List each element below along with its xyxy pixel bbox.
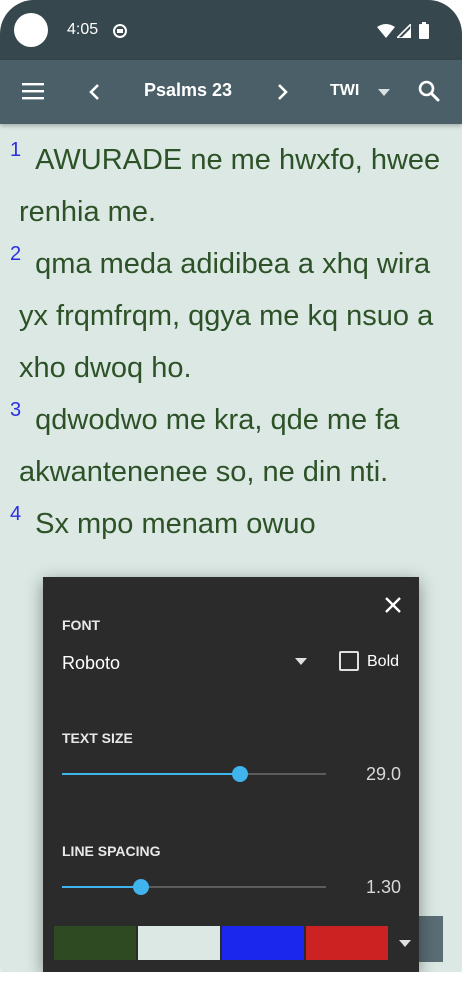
chevron-left-icon[interactable]: [88, 83, 100, 101]
wifi-icon: [377, 24, 395, 38]
font-label: FONT: [62, 617, 101, 633]
camera-icon: [14, 13, 48, 47]
app-toolbar: Psalms 23 TWI: [0, 60, 462, 124]
font-select[interactable]: Roboto: [62, 653, 120, 674]
verse-text: qdwodwo me kra, qde me fa akwantenenee s…: [19, 404, 400, 488]
verse[interactable]: 2 qma meda adidibea a xhq wira yx frqmfrq…: [10, 238, 452, 394]
verse-text: qma meda adidibea a xhq wira yx frqmfrqm…: [19, 248, 434, 384]
line-spacing-slider-fill: [62, 886, 141, 888]
text-size-value: 29.0: [365, 764, 401, 784]
menu-icon[interactable]: [22, 82, 44, 100]
text-size-slider[interactable]: [62, 766, 326, 782]
text-size-slider-thumb[interactable]: [232, 766, 248, 782]
verse-text: AWURADE ne me hwxfo, hwee renhia me.: [19, 144, 441, 228]
scroll-button[interactable]: [419, 916, 443, 962]
line-spacing-slider[interactable]: [62, 879, 326, 895]
bold-label[interactable]: Bold: [367, 653, 399, 671]
line-spacing-label: LINE SPACING: [62, 843, 161, 859]
close-icon[interactable]: [383, 595, 403, 615]
text-size-label: TEXT SIZE: [62, 730, 133, 746]
version-dropdown-arrow-icon[interactable]: [378, 89, 390, 96]
verse[interactable]: 3 qdwodwo me kra, qde me fa akwantenenee …: [10, 394, 452, 498]
color-swatch-red[interactable]: [306, 926, 388, 960]
line-spacing-slider-thumb[interactable]: [133, 879, 149, 895]
text-size-slider-fill: [62, 773, 240, 775]
navigation-bar: [0, 972, 462, 1000]
battery-icon: [419, 22, 429, 39]
bible-version-selector[interactable]: TWI: [330, 82, 359, 100]
color-swatch-dark-green[interactable]: [54, 926, 136, 960]
signal-icon: [397, 24, 411, 38]
status-bar: 4:05: [0, 0, 462, 60]
font-dropdown-arrow-icon[interactable]: [295, 658, 307, 665]
color-swatch-light[interactable]: [138, 926, 220, 960]
verse-text: Sx mpo menam owuo: [35, 508, 316, 540]
verse-number: 2: [10, 243, 22, 265]
verse[interactable]: 1 AWURADE ne me hwxfo, hwee renhia me.: [10, 134, 452, 238]
color-swatch-blue[interactable]: [222, 926, 304, 960]
verse-number: 1: [10, 139, 22, 161]
search-icon[interactable]: [418, 80, 440, 102]
verse[interactable]: 4 Sx mpo menam owuo: [10, 498, 452, 550]
verse-number: 3: [10, 399, 22, 421]
verse-number: 4: [10, 503, 22, 525]
bold-checkbox[interactable]: [339, 651, 359, 671]
phone-screen: 4:05 Psalms 23 TWI 1 AWURADE ne me hwxfo…: [0, 0, 462, 1000]
android-notification-icon: [113, 24, 127, 38]
chapter-title[interactable]: Psalms 23: [120, 80, 256, 101]
status-time: 4:05: [67, 21, 99, 38]
color-dropdown-arrow-icon[interactable]: [399, 940, 411, 947]
chevron-right-icon[interactable]: [277, 83, 289, 101]
line-spacing-value: 1.30: [365, 877, 401, 897]
text-settings-dialog: FONT Roboto Bold TEXT SIZE 29.0 LINE SPA…: [43, 577, 419, 972]
